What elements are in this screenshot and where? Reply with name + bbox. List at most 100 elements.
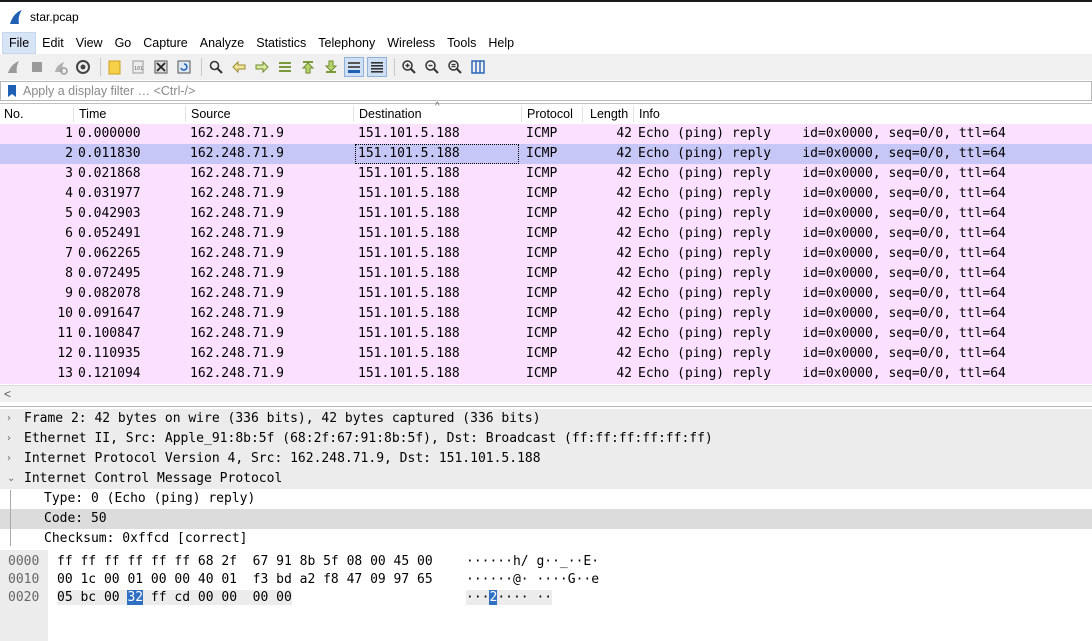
open-file-button[interactable] — [105, 57, 125, 77]
colorize-button[interactable] — [367, 57, 387, 77]
byte-offset: 0020 — [8, 590, 40, 605]
packet-row[interactable]: 2 0.011830 162.248.71.9 151.101.5.188 ICMP 42… — [0, 144, 1092, 164]
packet-info: Echo (ping) reply id=0x0000, seq=0/0, tt… — [638, 246, 1006, 261]
column-header-source[interactable]: Source — [187, 106, 354, 122]
packet-row[interactable]: 11 0.100847 162.248.71.9 151.101.5.188 ICMP 4… — [0, 324, 1092, 344]
ascii-bytes-row[interactable]: ···2···· ·· — [466, 589, 553, 607]
resize-columns-icon — [471, 60, 485, 74]
menu-wireless[interactable]: Wireless — [381, 32, 441, 54]
go-back-button[interactable] — [229, 57, 249, 77]
column-header-protocol[interactable]: Protocol — [523, 106, 583, 122]
packet-row[interactable]: 10 0.091647 162.248.71.9 151.101.5.188 ICMP 4… — [0, 304, 1092, 324]
resize-columns-button[interactable] — [468, 57, 488, 77]
column-header-length[interactable]: Length — [586, 106, 634, 122]
tree-item-icmp-type[interactable]: Type: 0 (Echo (ping) reply) — [0, 489, 1092, 509]
packet-number: 3 — [65, 166, 73, 181]
packet-destination: 151.101.5.188 — [355, 144, 519, 164]
packet-destination: 151.101.5.188 — [358, 166, 460, 181]
zoom-in-button[interactable] — [399, 57, 419, 77]
packet-source: 162.248.71.9 — [190, 226, 284, 241]
menu-view[interactable]: View — [70, 32, 109, 54]
close-file-button[interactable] — [151, 57, 171, 77]
expand-arrow-icon[interactable]: › — [7, 409, 19, 429]
window-title: star.pcap — [30, 10, 79, 24]
hex-bytes-row[interactable]: 05 bc 00 32 ff cd 00 00 00 00 — [57, 589, 292, 607]
zoom-out-button[interactable] — [422, 57, 442, 77]
hex-bytes-row[interactable]: 00 1c 00 01 00 00 40 01 f3 bd a2 f8 47 0… — [57, 571, 433, 589]
menu-telephony[interactable]: Telephony — [312, 32, 381, 54]
reload-file-button[interactable] — [174, 57, 194, 77]
zoom-in-icon — [402, 60, 416, 74]
tree-item-icmp[interactable]: ⌄ Internet Control Message Protocol — [0, 469, 1092, 489]
packet-row[interactable]: 4 0.031977 162.248.71.9 151.101.5.188 ICMP 42… — [0, 184, 1092, 204]
bookmark-icon[interactable] — [5, 84, 19, 98]
find-packet-button[interactable] — [206, 57, 226, 77]
column-header-info[interactable]: Info — [635, 106, 1092, 122]
stop-capture-button[interactable] — [27, 57, 47, 77]
reload-icon — [177, 60, 191, 74]
column-header-time[interactable]: Time — [75, 106, 186, 122]
tree-item-frame[interactable]: › Frame 2: 42 bytes on wire (336 bits), … — [0, 409, 1092, 429]
packet-time: 0.062265 — [78, 246, 141, 261]
ascii-bytes-row[interactable]: ······@· ····G··e — [466, 571, 599, 589]
packet-number: 11 — [57, 326, 73, 341]
menu-analyze[interactable]: Analyze — [194, 32, 250, 54]
go-to-packet-button[interactable] — [275, 57, 295, 77]
packet-info: Echo (ping) reply id=0x0000, seq=0/0, tt… — [638, 326, 1006, 341]
selected-hex-byte[interactable]: 32 — [127, 590, 144, 605]
menu-edit[interactable]: Edit — [36, 32, 70, 54]
capture-options-button[interactable] — [73, 57, 93, 77]
tree-item-icmp-checksum[interactable]: Checksum: 0xffcd [correct] — [0, 529, 1092, 549]
tree-item-ethernet[interactable]: › Ethernet II, Src: Apple_91:8b:5f (68:2… — [0, 429, 1092, 449]
menu-capture[interactable]: Capture — [137, 32, 193, 54]
tree-guide-line — [10, 490, 11, 546]
main-toolbar: 101 — [0, 54, 1092, 80]
expand-arrow-icon[interactable]: › — [7, 429, 19, 449]
start-capture-button[interactable] — [4, 57, 24, 77]
menu-help[interactable]: Help — [482, 32, 520, 54]
packet-length: 42 — [616, 246, 632, 261]
packet-number: 1 — [65, 126, 73, 141]
packet-time: 0.100847 — [78, 326, 141, 341]
menu-file[interactable]: File — [2, 32, 37, 54]
packet-row[interactable]: 8 0.072495 162.248.71.9 151.101.5.188 ICMP 42… — [0, 264, 1092, 284]
scroll-left-icon[interactable]: < — [4, 386, 11, 402]
packet-source: 162.248.71.9 — [190, 306, 284, 321]
tree-item-ipv4[interactable]: › Internet Protocol Version 4, Src: 162.… — [0, 449, 1092, 469]
packet-row[interactable]: 5 0.042903 162.248.71.9 151.101.5.188 ICMP 42… — [0, 204, 1092, 224]
sort-ascending-icon: ^ — [435, 101, 440, 112]
column-header-no[interactable]: No. — [0, 106, 74, 122]
restart-capture-button[interactable] — [50, 57, 70, 77]
go-last-packet-button[interactable] — [321, 57, 341, 77]
packet-row[interactable]: 3 0.021868 162.248.71.9 151.101.5.188 ICMP 42… — [0, 164, 1092, 184]
packet-row[interactable]: 13 0.121094 162.248.71.9 151.101.5.188 ICMP 4… — [0, 364, 1092, 384]
tree-item-icmp-code[interactable]: Code: 50 — [0, 509, 1092, 529]
go-forward-button[interactable] — [252, 57, 272, 77]
packet-protocol: ICMP — [526, 246, 558, 261]
menu-go[interactable]: Go — [109, 32, 138, 54]
zoom-normal-button[interactable] — [445, 57, 465, 77]
ascii-bytes-row[interactable]: ······h/ g··_··E· — [466, 553, 599, 571]
packet-list-horizontal-scrollbar[interactable]: < — [0, 385, 1092, 402]
packet-time: 0.110935 — [78, 346, 141, 361]
expand-arrow-icon[interactable]: › — [7, 449, 19, 469]
collapse-arrow-icon[interactable]: ⌄ — [7, 469, 19, 489]
display-filter-input[interactable] — [23, 84, 1023, 98]
go-first-packet-button[interactable] — [298, 57, 318, 77]
save-file-button[interactable]: 101 — [128, 57, 148, 77]
menu-statistics[interactable]: Statistics — [250, 32, 312, 54]
packet-list-header: No. Time Source Destination Protocol Len… — [0, 101, 1092, 125]
packet-row[interactable]: 7 0.062265 162.248.71.9 151.101.5.188 ICMP 42… — [0, 244, 1092, 264]
packet-row[interactable]: 12 0.110935 162.248.71.9 151.101.5.188 ICMP 4… — [0, 344, 1092, 364]
packet-destination: 151.101.5.188 — [358, 126, 460, 141]
packet-row[interactable]: 6 0.052491 162.248.71.9 151.101.5.188 ICMP 42… — [0, 224, 1092, 244]
close-file-icon — [154, 60, 168, 74]
hex-bytes-row[interactable]: ff ff ff ff ff ff 68 2f 67 91 8b 5f 08 0… — [57, 553, 433, 571]
packet-source: 162.248.71.9 — [190, 166, 284, 181]
packet-row[interactable]: 9 0.082078 162.248.71.9 151.101.5.188 ICMP 42… — [0, 284, 1092, 304]
packet-destination: 151.101.5.188 — [358, 246, 460, 261]
menu-tools[interactable]: Tools — [441, 32, 482, 54]
packet-row[interactable]: 1 0.000000 162.248.71.9 151.101.5.188 ICMP 42… — [0, 124, 1092, 144]
auto-scroll-button[interactable] — [344, 57, 364, 77]
packet-number: 9 — [65, 286, 73, 301]
